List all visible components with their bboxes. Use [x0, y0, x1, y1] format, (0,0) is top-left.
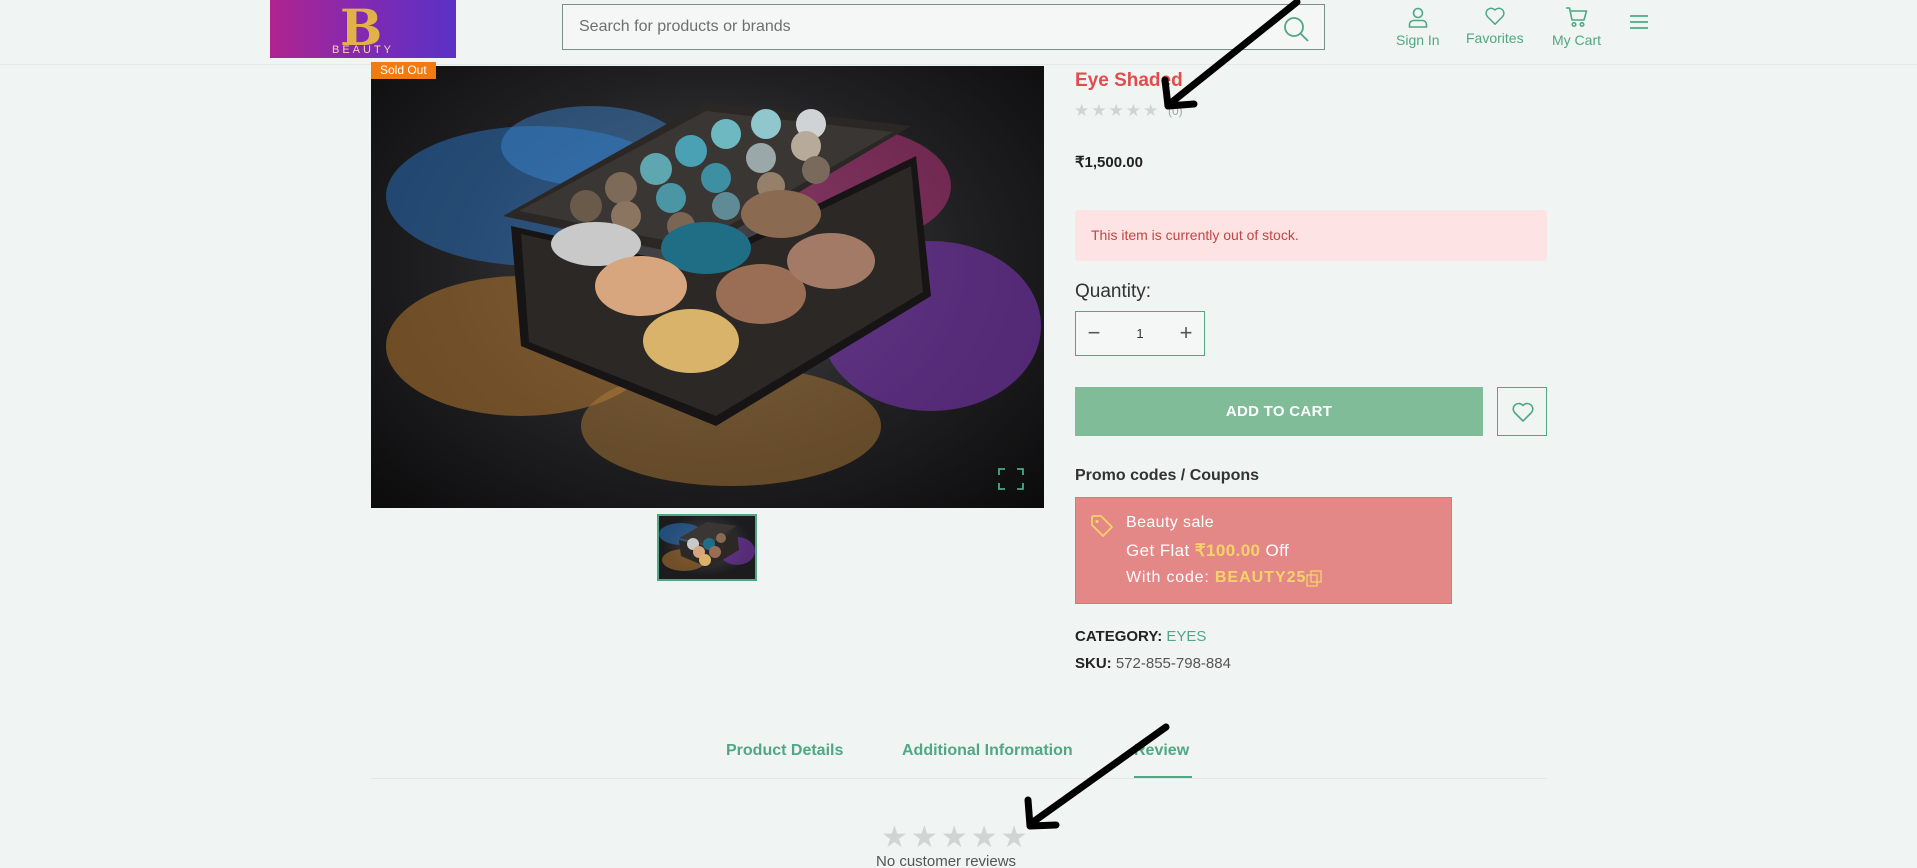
copy-icon[interactable]: [1306, 570, 1322, 587]
search-bar: [562, 4, 1325, 50]
promo-code-label: With code:: [1126, 569, 1210, 586]
product-price: ₹1,500.00: [1075, 154, 1143, 171]
tab-review[interactable]: Review: [1134, 742, 1189, 760]
hamburger-icon[interactable]: [1630, 14, 1648, 30]
sold-out-badge: Sold Out: [371, 62, 436, 79]
promo-amount: ₹100.00: [1194, 541, 1261, 560]
quantity-stepper: − +: [1075, 311, 1205, 356]
promo-code[interactable]: BEAUTY25: [1215, 569, 1307, 586]
promo-offer-line: Get Flat ₹100.00 Off: [1126, 541, 1289, 561]
product-title: Eye Shaded: [1075, 70, 1183, 91]
no-reviews-text: No customer reviews: [876, 853, 1017, 868]
promo-heading: Promo codes / Coupons: [1075, 467, 1260, 484]
decrease-quantity-button[interactable]: −: [1078, 312, 1110, 355]
sku-value: 572-855-798-884: [1115, 655, 1231, 672]
tabs-divider: [371, 778, 1547, 779]
tab-additional-information[interactable]: Additional Information: [902, 742, 1073, 760]
quantity-input[interactable]: [1110, 320, 1170, 347]
product-thumbnail[interactable]: [657, 514, 757, 581]
cart-label: My Cart: [1552, 32, 1601, 48]
promo-coupon-card: Beauty sale Get Flat ₹100.00 Off With co…: [1075, 497, 1452, 604]
product-category: CATEGORY: EYES: [1075, 628, 1206, 645]
promo-title: Beauty sale: [1126, 514, 1215, 531]
favorites-label: Favorites: [1466, 30, 1524, 46]
review-rating-stars: ★★★★★: [881, 821, 1031, 854]
sign-in-link[interactable]: Sign In: [1396, 6, 1440, 48]
wishlist-button[interactable]: [1497, 387, 1547, 436]
search-input[interactable]: [563, 5, 1324, 49]
thumbnail-image: [659, 522, 755, 571]
fullscreen-icon[interactable]: [998, 468, 1024, 490]
review-count[interactable]: (0): [1168, 104, 1183, 118]
cart-link[interactable]: My Cart: [1552, 6, 1601, 48]
favorites-link[interactable]: Favorites: [1466, 6, 1524, 46]
heart-icon: [1485, 7, 1505, 25]
increase-quantity-button[interactable]: +: [1170, 312, 1202, 355]
out-of-stock-notice: This item is currently out of stock.: [1075, 210, 1547, 261]
add-to-cart-button[interactable]: ADD TO CART: [1075, 387, 1483, 436]
eyeshadow-palette-image: [386, 102, 1041, 486]
cart-icon: [1565, 7, 1587, 28]
category-label: CATEGORY:: [1075, 628, 1163, 645]
quantity-label: Quantity:: [1075, 281, 1152, 302]
heart-icon: [1512, 402, 1534, 422]
sku-label: SKU:: [1075, 655, 1112, 672]
promo-offer-suffix: Off: [1265, 541, 1290, 560]
logo-wordmark: BEAUTY: [331, 44, 394, 56]
tag-icon: [1091, 515, 1113, 537]
product-sku: SKU: 572-855-798-884: [1075, 655, 1231, 672]
rating-stars: ★★★★★: [1074, 101, 1161, 120]
promo-offer-prefix: Get Flat: [1126, 541, 1190, 560]
product-main-image[interactable]: [371, 66, 1044, 508]
user-icon: [1408, 7, 1428, 28]
category-link[interactable]: EYES: [1166, 628, 1206, 645]
tab-product-details[interactable]: Product Details: [726, 742, 843, 760]
sign-in-label: Sign In: [1396, 32, 1440, 48]
promo-code-line: With code: BEAUTY25: [1126, 569, 1306, 587]
search-icon[interactable]: [1282, 15, 1310, 43]
brand-logo[interactable]: B BEAUTY: [270, 0, 456, 58]
site-header: B BEAUTY Sign In Favorites My Cart: [0, 0, 1917, 65]
